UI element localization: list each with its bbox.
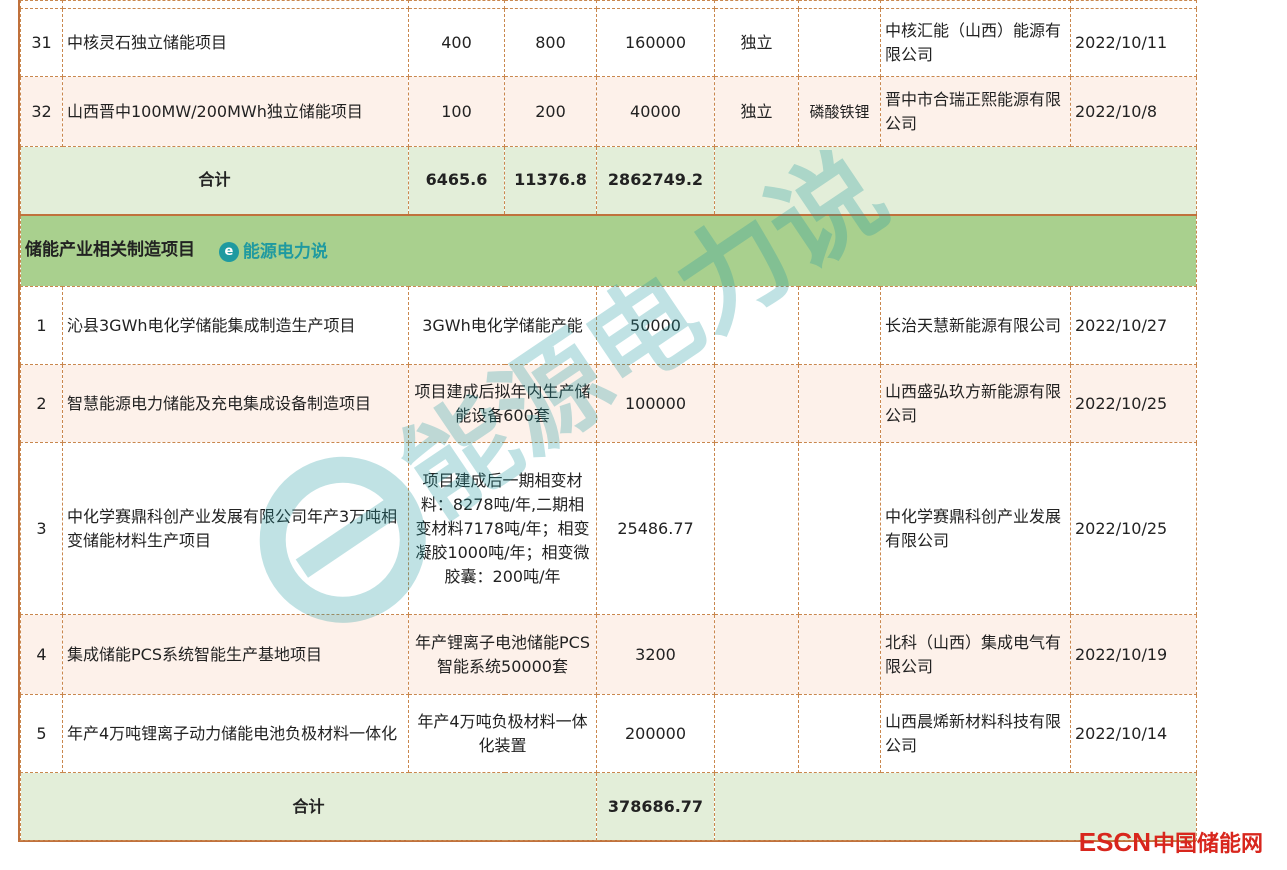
e-logo-icon: e: [218, 241, 239, 262]
production-capacity: 年产锂离子电池储能PCS智能系统50000套: [408, 614, 597, 695]
date: 2022/10/19: [1070, 614, 1197, 695]
technology: 磷酸铁锂: [798, 76, 881, 147]
date: 2022/10/11: [1070, 8, 1197, 77]
investment: 200000: [596, 694, 715, 773]
project-name: 智慧能源电力储能及充电集成设备制造项目: [62, 364, 409, 443]
row-index: 31: [20, 8, 63, 77]
capacity-mw: 400: [408, 8, 505, 77]
company: 山西盛弘玖方新能源有限公司: [880, 364, 1071, 443]
production-capacity: 3GWh电化学储能产能: [408, 286, 597, 365]
project-table-sheet: 31 中核灵石独立储能项目 400 800 160000 独立 中核汇能（山西）…: [18, 0, 1197, 842]
project-name: 中核灵石独立储能项目: [62, 8, 409, 77]
date: 2022/10/14: [1070, 694, 1197, 773]
investment: 100000: [596, 364, 715, 443]
section-header: 储能产业相关制造项目 e 能源电力说: [20, 213, 1197, 287]
date: 2022/10/27: [1070, 286, 1197, 365]
row-index: 32: [20, 76, 63, 147]
table-row: 2 智慧能源电力储能及充电集成设备制造项目 项目建成后拟年内生产储能设备600套…: [20, 364, 1197, 443]
escn-chinese: 中国储能网: [1152, 831, 1263, 856]
project-table: 31 中核灵石独立储能项目 400 800 160000 独立 中核汇能（山西）…: [20, 0, 1197, 841]
total-mwh: 11376.8: [504, 146, 597, 215]
row-index: 4: [20, 614, 63, 695]
company: 长治天慧新能源有限公司: [880, 286, 1071, 365]
date: 2022/10/25: [1070, 442, 1197, 615]
project-name: 沁县3GWh电化学储能集成制造生产项目: [62, 286, 409, 365]
total-row: 合计 378686.77: [20, 772, 1197, 841]
date: 2022/10/25: [1070, 364, 1197, 443]
table-row: 32 山西晋中100MW/200MWh独立储能项目 100 200 40000 …: [20, 76, 1197, 147]
capacity-mwh: 200: [504, 76, 597, 147]
investment: 50000: [596, 286, 715, 365]
row-index: 1: [20, 286, 63, 365]
table-row: 31 中核灵石独立储能项目 400 800 160000 独立 中核汇能（山西）…: [20, 8, 1197, 77]
table-row: 1 沁县3GWh电化学储能集成制造生产项目 3GWh电化学储能产能 50000 …: [20, 286, 1197, 365]
company: 山西晨烯新材料科技有限公司: [880, 694, 1071, 773]
company: 中核汇能（山西）能源有限公司: [880, 8, 1071, 77]
escn-logo: ESCN 中国储能网: [1079, 826, 1263, 858]
table-row-partial: [20, 0, 1197, 9]
row-index: 3: [20, 442, 63, 615]
production-capacity: 项目建成后一期相变材料：8278吨/年,二期相变材料7178吨/年；相变凝胶10…: [408, 442, 597, 615]
project-type: 独立: [714, 8, 799, 77]
row-index: 5: [20, 694, 63, 773]
production-capacity: 年产4万吨负极材料一体化装置: [408, 694, 597, 773]
company: 中化学赛鼎科创产业发展有限公司: [880, 442, 1071, 615]
capacity-mw: 100: [408, 76, 505, 147]
project-name: 集成储能PCS系统智能生产基地项目: [62, 614, 409, 695]
table-row: 5 年产4万吨锂离子动力储能电池负极材料一体化 年产4万吨负极材料一体化装置 2…: [20, 694, 1197, 773]
table-row: 4 集成储能PCS系统智能生产基地项目 年产锂离子电池储能PCS智能系统5000…: [20, 614, 1197, 695]
production-capacity: 项目建成后拟年内生产储能设备600套: [408, 364, 597, 443]
total-label: 合计: [20, 146, 409, 215]
total-investment: 378686.77: [596, 772, 715, 841]
escn-latin: ESCN: [1078, 826, 1151, 857]
total-investment: 2862749.2: [596, 146, 715, 215]
technology: [798, 8, 881, 77]
total-mw: 6465.6: [408, 146, 505, 215]
total-row: 合计 6465.6 11376.8 2862749.2: [20, 146, 1197, 215]
project-name: 年产4万吨锂离子动力储能电池负极材料一体化: [62, 694, 409, 773]
project-name: 中化学赛鼎科创产业发展有限公司年产3万吨相变储能材料生产项目: [62, 442, 409, 615]
row-index: 2: [20, 364, 63, 443]
brand-name: 能源电力说: [242, 241, 328, 262]
investment: 3200: [596, 614, 715, 695]
investment: 25486.77: [596, 442, 715, 615]
project-type: 独立: [714, 76, 799, 147]
capacity-mwh: 800: [504, 8, 597, 77]
company: 北科（山西）集成电气有限公司: [880, 614, 1071, 695]
investment: 160000: [596, 8, 715, 77]
section-title: 储能产业相关制造项目: [25, 239, 195, 260]
total-label: 合计: [20, 772, 597, 841]
date: 2022/10/8: [1070, 76, 1197, 147]
brand-badge: e 能源电力说: [218, 240, 328, 264]
investment: 40000: [596, 76, 715, 147]
table-row: 3 中化学赛鼎科创产业发展有限公司年产3万吨相变储能材料生产项目 项目建成后一期…: [20, 442, 1197, 615]
company: 晋中市合瑞正熙能源有限公司: [880, 76, 1071, 147]
project-name: 山西晋中100MW/200MWh独立储能项目: [62, 76, 409, 147]
